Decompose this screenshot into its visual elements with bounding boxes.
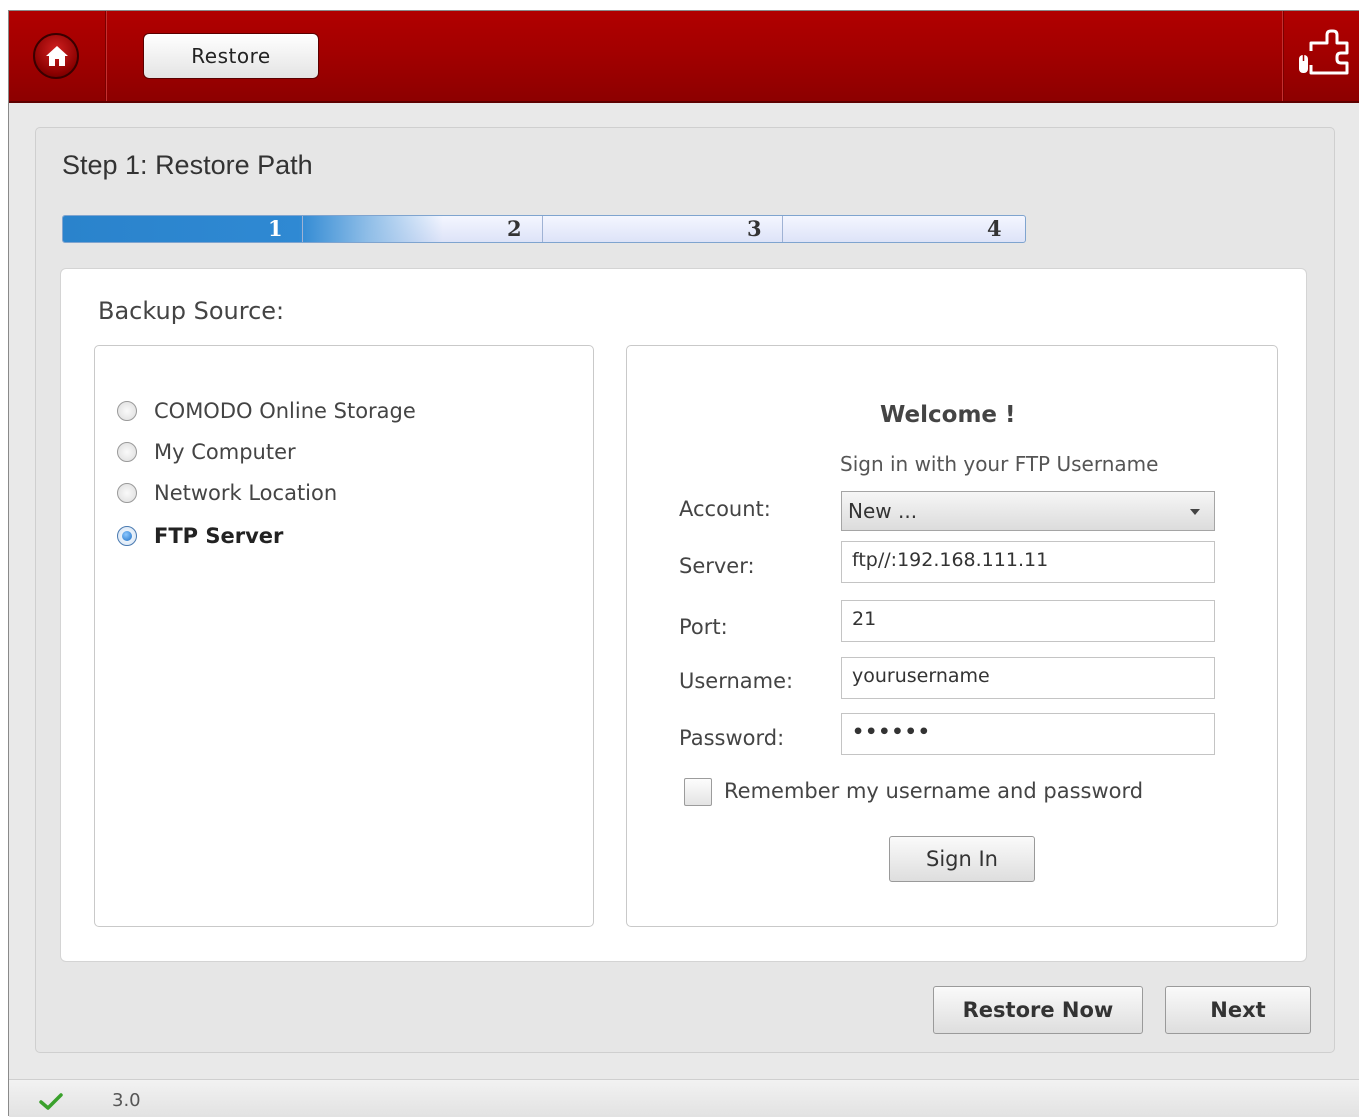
radio-label: FTP Server [154, 524, 284, 548]
support-section [1283, 11, 1359, 101]
username-input[interactable]: yourusername [841, 657, 1215, 699]
radio-my-computer[interactable]: My Computer [117, 437, 296, 467]
password-label: Password: [679, 726, 785, 750]
source-options-box: COMODO Online Storage My Computer Networ… [94, 345, 594, 927]
ftp-login-box: Welcome ! Sign in with your FTP Username… [626, 345, 1278, 927]
sign-in-button[interactable]: Sign In [889, 836, 1035, 882]
radio-ftp-server[interactable]: FTP Server [117, 521, 283, 551]
signin-subtitle: Sign in with your FTP Username [840, 452, 1159, 476]
version-label: 3.0 [112, 1090, 141, 1111]
app-window: Restore Step 1: Restore Path 1 2 3 4 Bac… [8, 10, 1359, 1117]
status-bar: 3.0 [9, 1079, 1359, 1117]
step-number-3: 3 [747, 216, 762, 241]
backup-source-label: Backup Source: [98, 297, 285, 325]
radio-button[interactable] [117, 442, 137, 462]
header-bar: Restore [9, 11, 1359, 103]
account-select[interactable]: New ... [841, 491, 1215, 531]
port-input[interactable]: 21 [841, 600, 1215, 642]
backup-source-panel: Backup Source: COMODO Online Storage My … [60, 268, 1307, 962]
radio-network-location[interactable]: Network Location [117, 478, 337, 508]
username-label: Username: [679, 669, 794, 693]
server-input[interactable]: ftp//:192.168.111.11 [841, 541, 1215, 583]
step-title: Step 1: Restore Path [62, 150, 313, 180]
home-button[interactable] [33, 33, 79, 79]
radio-comodo-online-storage[interactable]: COMODO Online Storage [117, 396, 416, 426]
progress-segment [63, 216, 303, 242]
port-label: Port: [679, 615, 728, 639]
step-progress-bar: 1 2 3 4 [62, 215, 1026, 243]
account-label: Account: [679, 497, 771, 521]
next-button[interactable]: Next [1165, 986, 1311, 1034]
radio-label: COMODO Online Storage [154, 399, 416, 423]
remember-label[interactable]: Remember my username and password [724, 779, 1143, 803]
radio-button-selected[interactable] [117, 526, 137, 546]
wizard-panel: Step 1: Restore Path 1 2 3 4 Backup Sour… [35, 127, 1335, 1053]
server-label: Server: [679, 554, 755, 578]
puzzle-support-icon[interactable] [1297, 29, 1351, 83]
password-input[interactable]: •••••• [841, 713, 1215, 755]
radio-label: Network Location [154, 481, 338, 505]
remember-checkbox[interactable] [684, 778, 712, 806]
home-section [9, 11, 106, 101]
step-number-1: 1 [268, 216, 283, 241]
radio-label: My Computer [154, 440, 296, 464]
restore-tab[interactable]: Restore [143, 33, 319, 79]
home-icon [46, 46, 68, 66]
account-select-value: New ... [848, 499, 918, 523]
radio-button[interactable] [117, 483, 137, 503]
welcome-heading: Welcome ! [880, 402, 1016, 428]
step-number-4: 4 [987, 216, 1002, 241]
radio-button[interactable] [117, 401, 137, 421]
restore-now-button[interactable]: Restore Now [933, 986, 1143, 1034]
chevron-down-icon [1190, 509, 1200, 515]
checkmark-icon [39, 1093, 63, 1110]
step-number-2: 2 [507, 216, 522, 241]
